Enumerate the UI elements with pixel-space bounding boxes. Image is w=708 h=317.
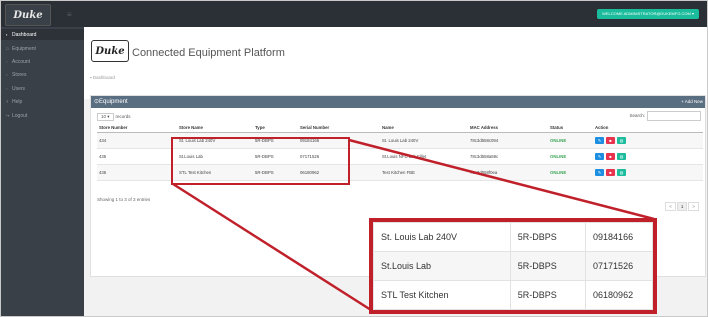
zoom-store-name: STL Test Kitchen: [373, 280, 511, 310]
search-area: Search:: [629, 111, 701, 121]
edit-icon[interactable]: ✎: [595, 137, 604, 144]
cell-actions: ✎ ■ ▤: [593, 164, 703, 181]
zoom-type: 5R-DBPS: [509, 280, 587, 310]
pagination: <1 >: [664, 202, 699, 211]
page-button[interactable]: 1: [676, 202, 688, 211]
zoom-row: St.Louis Lab 5R-DBPS 07171526: [373, 251, 653, 281]
records-per-page-select[interactable]: 10 ▾: [97, 113, 114, 121]
help-icon: ?: [6, 99, 9, 104]
delete-icon[interactable]: ■: [606, 137, 615, 144]
zoom-serial: 09184166: [585, 222, 653, 252]
panel-header: ⊙Equipment + Add New: [91, 96, 705, 108]
menu-toggle-icon[interactable]: ≡: [67, 10, 72, 19]
cell-actions: ✎ ■ ▤: [593, 148, 703, 165]
delete-icon[interactable]: ■: [606, 153, 615, 160]
column-header-name[interactable]: Name: [380, 123, 468, 133]
column-header-store-number[interactable]: Store Number: [97, 123, 177, 133]
column-header-mac-address[interactable]: MAC Address: [468, 123, 548, 133]
view-icon[interactable]: ▤: [617, 169, 626, 176]
page-header: Duke Connected Equipment Platform ▪ Dash…: [84, 27, 707, 99]
stores-icon: ▫: [6, 72, 8, 77]
zoom-store-name: St.Louis Lab: [373, 251, 511, 281]
prev-page-button[interactable]: <: [665, 202, 676, 211]
view-icon[interactable]: ▤: [617, 153, 626, 160]
status-badge: ONLINE: [548, 164, 593, 181]
highlight-rectangle: [171, 137, 350, 185]
edit-icon[interactable]: ✎: [595, 169, 604, 176]
cell-name: St. Louis Lab 240V: [380, 132, 468, 149]
column-header-status[interactable]: Status: [548, 123, 593, 133]
breadcrumb[interactable]: ▪ Dashboard: [90, 75, 115, 80]
brand-logo[interactable]: Duke: [5, 4, 51, 26]
cell-mac: 78c3d558a59c: [468, 148, 548, 165]
cell-mac: 78c3d558c094: [468, 132, 548, 149]
account-icon: ◦: [6, 59, 8, 64]
zoom-type: 5R-DBPS: [509, 222, 587, 252]
add-new-button[interactable]: + Add New: [681, 96, 703, 108]
entries-info: Showing 1 to 3 of 3 entries: [97, 197, 151, 202]
column-header-action: Action: [593, 123, 703, 133]
zoom-table: St. Louis Lab 240V 5R-DBPS 09184166 St.L…: [373, 222, 653, 310]
zoom-store-name: St. Louis Lab 240V: [373, 222, 511, 252]
dashboard-icon: ▪: [6, 32, 8, 37]
panel-title: ⊙Equipment: [94, 99, 128, 105]
zoom-type: 5R-DBPS: [509, 251, 587, 281]
sidebar: ▪ Dashboard □ Equipment ◦ Account ▫ Stores ◦…: [1, 27, 84, 316]
cell-mac: 78c3d558f0ea: [468, 164, 548, 181]
status-badge: ONLINE: [548, 148, 593, 165]
edit-icon[interactable]: ✎: [595, 153, 604, 160]
cell-name: Test Kitchen FBE: [380, 164, 468, 181]
page-title: Connected Equipment Platform: [132, 47, 285, 59]
cell-store-number: 434: [97, 132, 177, 149]
chevron-down-icon: ▾: [107, 114, 110, 119]
sidebar-item-stores[interactable]: ▫ Stores: [1, 69, 84, 80]
sidebar-item-equipment[interactable]: □ Equipment: [1, 43, 84, 54]
sidebar-item-account[interactable]: ◦ Account: [1, 56, 84, 67]
cell-actions: ✎ ■ ▤: [593, 132, 703, 149]
header-logo: Duke: [91, 40, 129, 62]
top-bar: Duke ≡ WELCOME ADMINISTRATOR@DUKEMFG.COM…: [1, 1, 707, 27]
zoom-row: St. Louis Lab 240V 5R-DBPS 09184166: [373, 222, 653, 252]
search-input[interactable]: [647, 111, 701, 121]
sidebar-item-logout[interactable]: ↪ Logout: [1, 110, 84, 121]
column-header-serial-number[interactable]: Serial Number: [298, 123, 380, 133]
zoom-serial: 07171526: [585, 251, 653, 281]
users-icon: ◦: [6, 86, 8, 91]
sidebar-item-dashboard[interactable]: ▪ Dashboard: [1, 29, 84, 40]
column-header-type[interactable]: Type: [253, 123, 298, 133]
user-menu-button[interactable]: WELCOME ADMINISTRATOR@DUKEMFG.COM ▾: [597, 9, 699, 19]
column-header-store-name[interactable]: Store Name: [177, 123, 253, 133]
sidebar-item-users[interactable]: ◦ Users: [1, 83, 84, 94]
cell-store-number: 435: [97, 148, 177, 165]
status-badge: ONLINE: [548, 132, 593, 149]
zoom-row: STL Test Kitchen 5R-DBPS 06180962: [373, 280, 653, 310]
zoom-serial: 06180962: [585, 280, 653, 310]
records-per-page: 10 ▾ records: [97, 113, 131, 121]
view-icon[interactable]: ▤: [617, 137, 626, 144]
equipment-icon: □: [6, 46, 9, 51]
logout-icon: ↪: [6, 113, 10, 118]
cell-name: St.Louis NFD Lab Fillet: [380, 148, 468, 165]
sidebar-item-help[interactable]: ? Help: [1, 96, 84, 107]
table-header-row: Store Number Store Name Type Serial Numb…: [97, 123, 703, 133]
zoom-callout: St. Louis Lab 240V 5R-DBPS 09184166 St.L…: [369, 218, 657, 314]
cell-store-number: 436: [97, 164, 177, 181]
delete-icon[interactable]: ■: [606, 169, 615, 176]
next-page-button[interactable]: >: [688, 202, 699, 211]
